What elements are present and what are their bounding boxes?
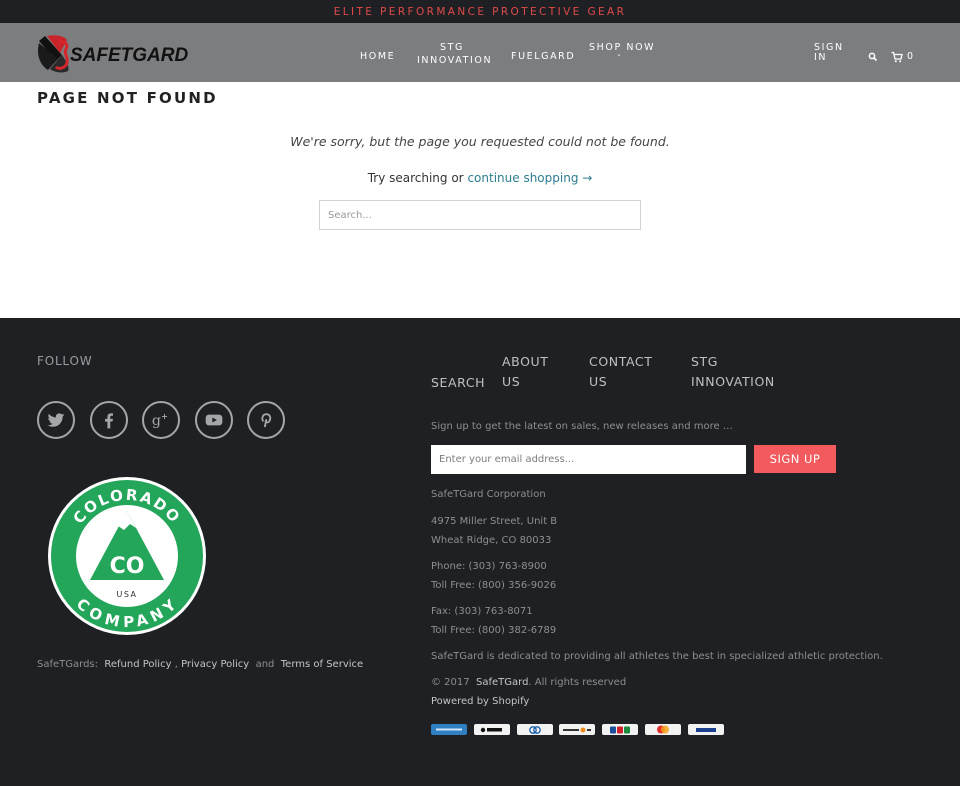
copyright-prefix: © 2017 <box>431 677 470 688</box>
email-field[interactable] <box>431 445 746 474</box>
toll-free-2: Toll Free: (800) 382-6789 <box>431 625 557 636</box>
nav-home[interactable]: HOME <box>360 52 395 62</box>
sign-up-button[interactable]: SIGN UP <box>754 445 836 473</box>
about-label-2: US <box>502 374 521 389</box>
nav-shop-now[interactable]: SHOP NOW <box>589 43 655 53</box>
legal-links: SafeTGards: Refund Policy , Privacy Poli… <box>37 659 363 670</box>
nav-fuelgard-label: FUELGARD <box>511 51 576 62</box>
continue-shopping-link[interactable]: continue shopping → <box>467 171 592 185</box>
about-label-1: ABOUT <box>502 354 549 369</box>
phone-number: Phone: (303) 763-8900 <box>431 561 547 572</box>
nav-sign-in[interactable]: SIGN IN <box>814 43 844 63</box>
privacy-policy-link[interactable]: Privacy Policy <box>181 659 249 670</box>
try-prefix: Try searching or <box>367 171 464 185</box>
shopping-cart-icon[interactable] <box>891 51 903 63</box>
master-card-icon <box>645 724 681 735</box>
follow-heading: FOLLOW <box>37 354 93 368</box>
cart-count[interactable]: 0 <box>907 52 915 62</box>
footer-link-search[interactable]: SEARCH <box>431 373 485 393</box>
not-found-message: We're sorry, but the page you requested … <box>290 134 670 149</box>
footer-link-about-us[interactable]: ABOUT US <box>502 352 549 392</box>
address-line-2: Wheat Ridge, CO 80033 <box>431 535 552 546</box>
nav-stg-label-1: STG <box>440 42 464 53</box>
pinterest-icon[interactable] <box>247 401 285 439</box>
site-header: SAFETGARD HOME STG INNOVATION FUELGARD S… <box>0 23 960 82</box>
terms-of-service-link[interactable]: Terms of Service <box>281 659 363 670</box>
apple-pay-icon <box>474 724 510 735</box>
footer-link-stg-innovation[interactable]: STG INNOVATION <box>691 352 775 392</box>
diners-club-icon <box>517 724 553 735</box>
svg-text:+: + <box>161 411 168 421</box>
announcement-text: ELITE PERFORMANCE PROTECTIVE GEAR <box>333 6 627 18</box>
refund-policy-link[interactable]: Refund Policy <box>104 659 171 670</box>
contact-label-1: CONTACT <box>589 354 653 369</box>
search-icon[interactable] <box>868 52 878 62</box>
svg-text:g: g <box>152 413 161 429</box>
fax-number: Fax: (303) 763-8071 <box>431 606 533 617</box>
page-title: PAGE NOT FOUND <box>37 89 218 107</box>
stg-label-2: INNOVATION <box>691 374 775 389</box>
search-input[interactable] <box>319 200 641 230</box>
mission-statement: SafeTGard is dedicated to providing all … <box>431 651 883 662</box>
company-name: SafeTGard Corporation <box>431 489 546 500</box>
badge-country: USA <box>116 590 137 599</box>
colorado-company-badge: COLORADO COMPANY CO USA <box>48 477 206 635</box>
american-express-icon <box>431 724 467 735</box>
badge-center-text: CO <box>110 554 145 579</box>
footer-link-contact-us[interactable]: CONTACT US <box>589 352 652 392</box>
safetgard-logo[interactable]: SAFETGARD <box>36 31 192 75</box>
nav-shop-now-label: SHOP NOW <box>589 42 656 53</box>
nav-stg-innovation[interactable]: STG INNOVATION <box>417 42 493 66</box>
toll-free-1: Toll Free: (800) 356-9026 <box>431 580 557 591</box>
address-line-1: 4975 Miller Street, Unit B <box>431 516 558 527</box>
nav-stg-label-2: INNOVATION <box>417 55 493 66</box>
cart-count-value: 0 <box>907 51 915 62</box>
google-plus-icon[interactable]: g + <box>142 401 180 439</box>
nav-home-label: HOME <box>360 51 396 62</box>
discover-icon <box>559 724 595 735</box>
visa-icon <box>688 724 724 735</box>
facebook-icon[interactable] <box>90 401 128 439</box>
logo-wordmark: SAFETGARD <box>70 45 189 66</box>
copyright-brand-link[interactable]: SafeTGard <box>476 677 528 688</box>
nav-sign-label-2: IN <box>814 52 828 63</box>
legal-comma: , <box>174 659 178 670</box>
legal-prefix: SafeTGards: <box>37 659 98 670</box>
copyright-suffix: . All rights reserved <box>528 677 627 688</box>
newsletter-text: Sign up to get the latest on sales, new … <box>431 421 733 432</box>
powered-by-shopify-link[interactable]: Powered by Shopify <box>431 696 529 707</box>
copyright: © 2017 SafeTGard. All rights reserved <box>431 677 626 688</box>
chevron-down-icon[interactable]: ˇ <box>617 55 621 63</box>
legal-and: and <box>255 659 275 670</box>
stg-label-1: STG <box>691 354 719 369</box>
nav-fuelgard[interactable]: FUELGARD <box>511 52 575 62</box>
youtube-icon[interactable] <box>195 401 233 439</box>
announcement-bar: ELITE PERFORMANCE PROTECTIVE GEAR <box>0 0 960 23</box>
twitter-icon[interactable] <box>37 401 75 439</box>
try-searching-text: Try searching or continue shopping → <box>0 171 960 185</box>
jcb-icon <box>602 724 638 735</box>
contact-label-2: US <box>589 374 608 389</box>
